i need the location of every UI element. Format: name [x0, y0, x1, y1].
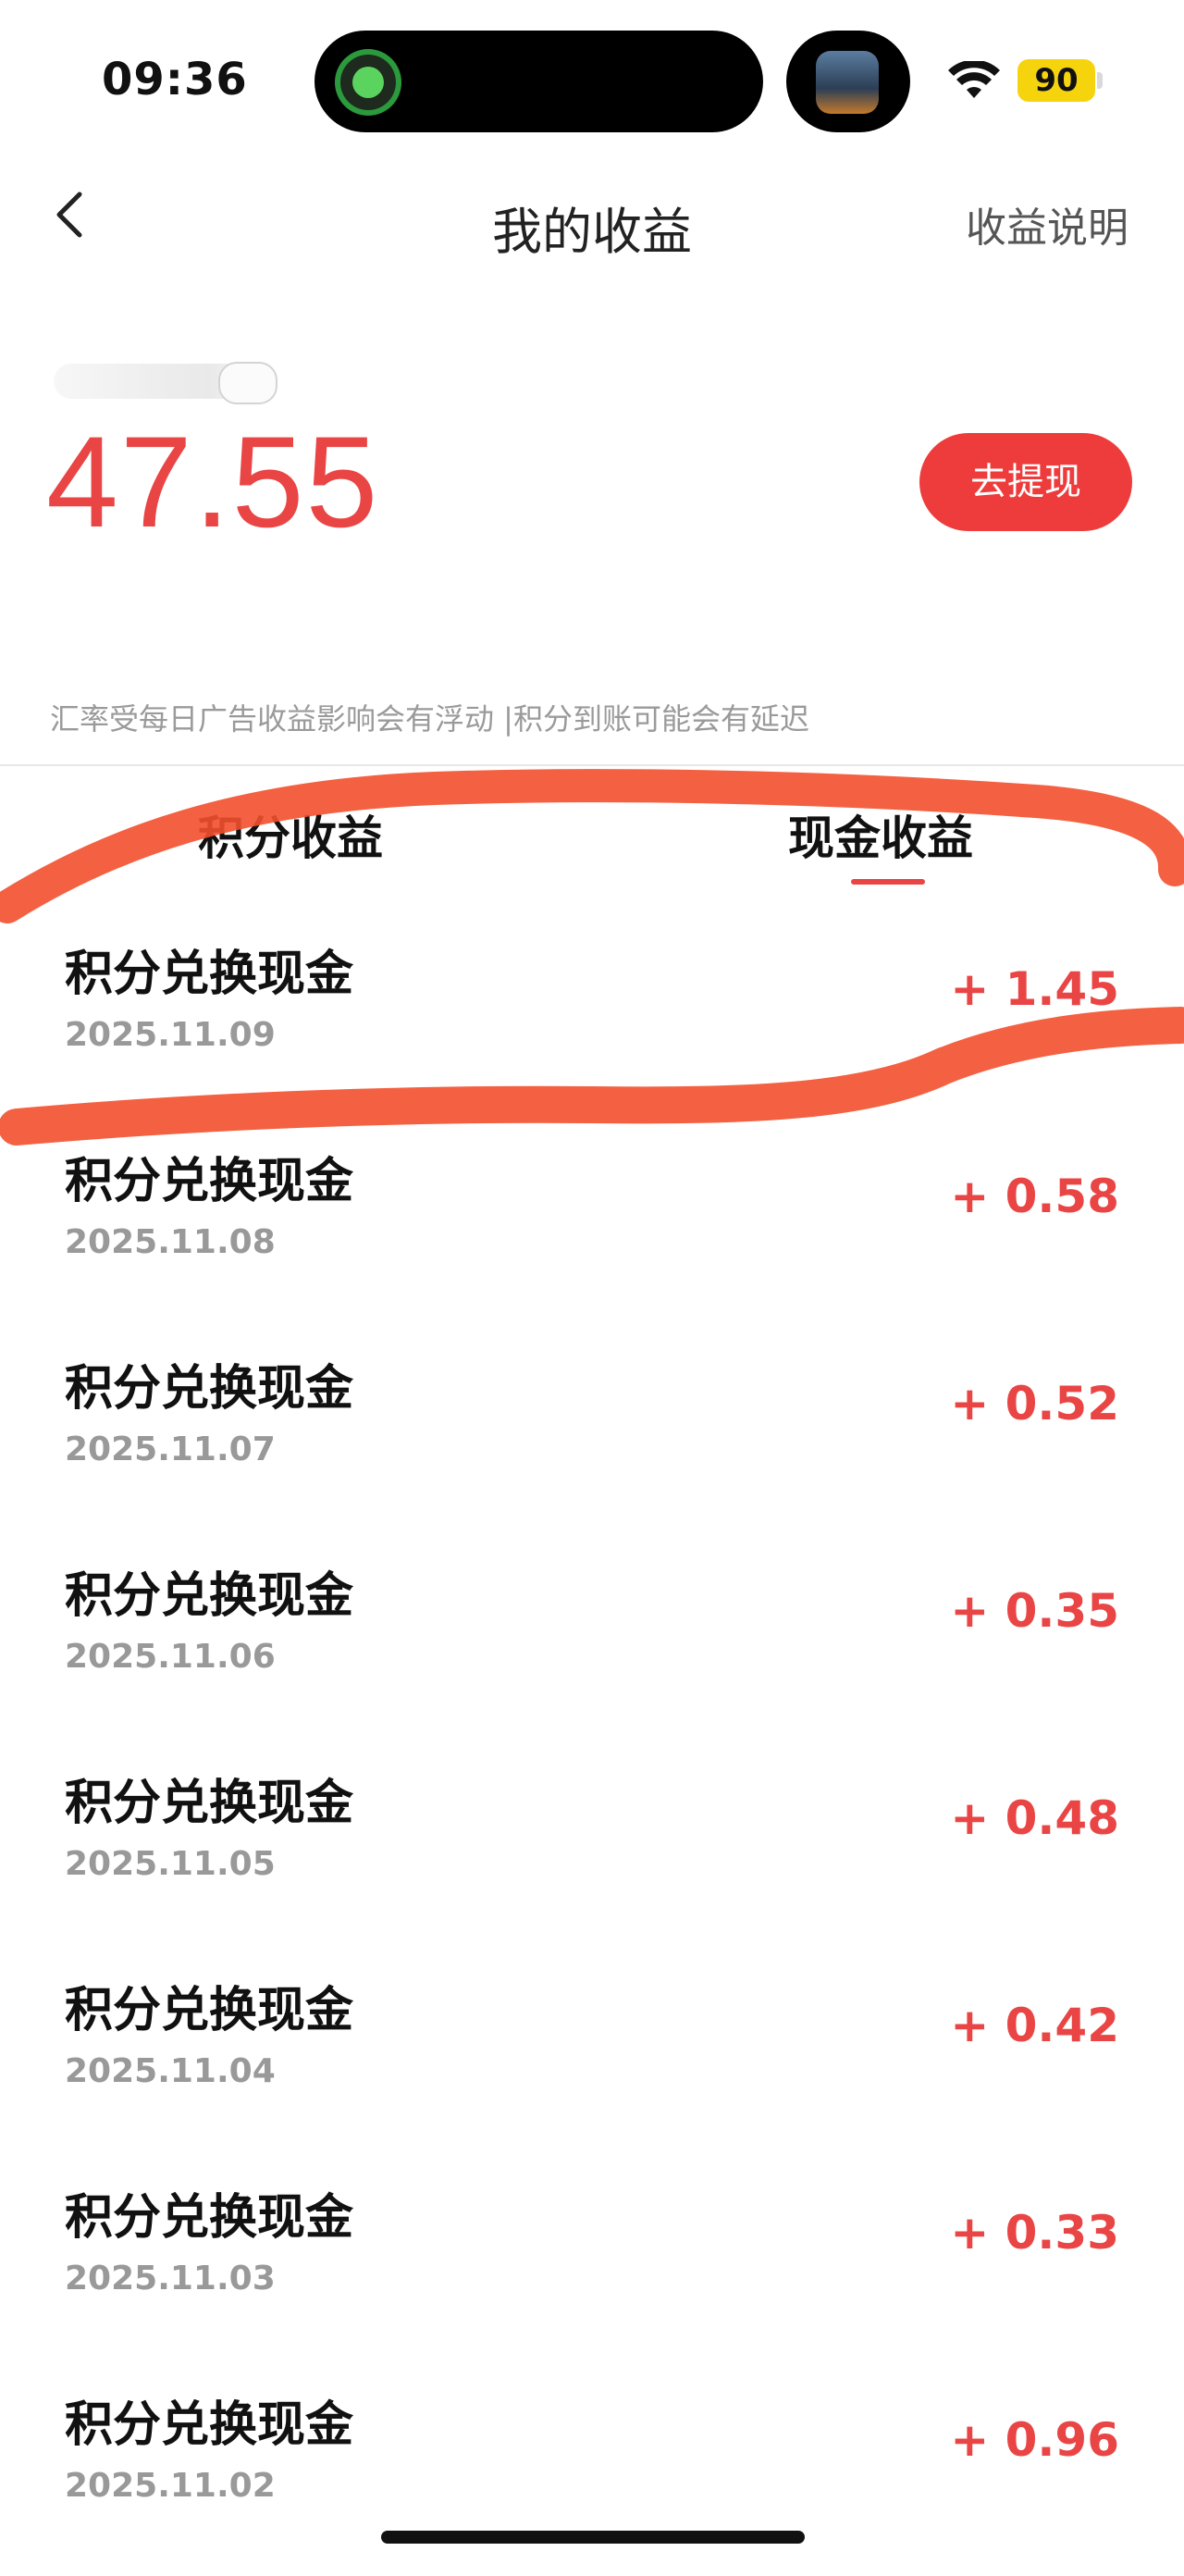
record-amount: + 0.42: [950, 1999, 1119, 2052]
record-date: 2025.11.03: [65, 2260, 276, 2297]
record-amount: + 1.45: [950, 962, 1119, 1016]
record-amount: + 0.48: [950, 1791, 1119, 1845]
record-amount: + 0.58: [950, 1170, 1119, 1223]
tab-cash-earnings[interactable]: 现金收益: [788, 801, 973, 868]
record-date: 2025.11.06: [65, 1638, 276, 1676]
music-thumbnail-icon[interactable]: [816, 51, 879, 114]
record-date: 2025.11.05: [65, 1845, 276, 1883]
record-title: 积分兑换现金: [65, 947, 354, 1002]
record-title: 积分兑换现金: [65, 1776, 354, 1831]
earnings-list: 积分兑换现金 2025.11.09 + 1.45 积分兑换现金 2025.11.…: [0, 918, 1184, 2576]
record-date: 2025.11.02: [65, 2467, 276, 2505]
record-amount: + 0.52: [950, 1377, 1119, 1430]
list-item[interactable]: 积分兑换现金 2025.11.04 + 0.42: [0, 1954, 1184, 2161]
record-title: 积分兑换现金: [65, 1568, 354, 1624]
record-title: 积分兑换现金: [65, 1361, 354, 1417]
activity-app-icon[interactable]: [335, 49, 401, 116]
active-tab-indicator: [851, 879, 925, 885]
list-item[interactable]: 积分兑换现金 2025.11.09 + 1.45: [0, 918, 1184, 1125]
record-title: 积分兑换现金: [65, 1983, 354, 2038]
record-title: 积分兑换现金: [65, 1154, 354, 1209]
battery-tip: [1097, 72, 1103, 89]
record-amount: + 0.35: [950, 1584, 1119, 1638]
record-title: 积分兑换现金: [65, 2190, 354, 2246]
record-date: 2025.11.04: [65, 2052, 276, 2090]
divider: [0, 764, 1184, 766]
record-amount: + 0.33: [950, 2206, 1119, 2260]
status-bar: 09:36 90: [0, 0, 1184, 157]
record-date: 2025.11.08: [65, 1223, 276, 1261]
earnings-explanation-link[interactable]: 收益说明: [966, 194, 1128, 254]
dynamic-island[interactable]: [314, 31, 763, 132]
earnings-tabs: 积分收益 现金收益: [0, 777, 1184, 888]
balance-amount: 47.55: [46, 409, 380, 554]
record-date: 2025.11.07: [65, 1430, 276, 1468]
list-item[interactable]: 积分兑换现金 2025.11.02 + 0.96: [0, 2369, 1184, 2576]
list-item[interactable]: 积分兑换现金 2025.11.06 + 0.35: [0, 1540, 1184, 1747]
tab-points-earnings[interactable]: 积分收益: [198, 801, 383, 868]
home-indicator[interactable]: [381, 2531, 805, 2544]
record-amount: + 0.96: [950, 2413, 1119, 2467]
list-item[interactable]: 积分兑换现金 2025.11.03 + 0.33: [0, 2161, 1184, 2369]
list-item[interactable]: 积分兑换现金 2025.11.05 + 0.48: [0, 1747, 1184, 1954]
status-time: 09:36: [102, 54, 248, 105]
withdraw-button[interactable]: 去提现: [919, 433, 1132, 531]
record-date: 2025.11.09: [65, 1016, 276, 1054]
wifi-icon: [948, 61, 1000, 98]
list-item[interactable]: 积分兑换现金 2025.11.07 + 0.52: [0, 1332, 1184, 1540]
record-title: 积分兑换现金: [65, 2397, 354, 2453]
battery-icon: 90: [1018, 59, 1095, 102]
dynamic-island-media[interactable]: [786, 31, 910, 132]
nav-header: 我的收益 收益说明: [0, 167, 1184, 278]
masked-label-cap: [218, 362, 278, 404]
list-item[interactable]: 积分兑换现金 2025.11.08 + 0.58: [0, 1125, 1184, 1332]
exchange-rate-notice: 汇率受每日广告收益影响会有浮动 |积分到账可能会有延迟: [50, 701, 809, 737]
